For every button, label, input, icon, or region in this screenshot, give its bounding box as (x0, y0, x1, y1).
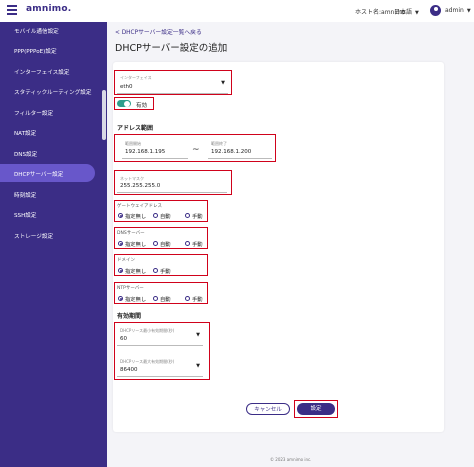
highlight-box (114, 97, 154, 110)
sidebar-item-static-routing[interactable]: スタティックルーティング設定 (14, 88, 91, 96)
highlight-box (114, 70, 232, 95)
sidebar-item-dhcp-server[interactable]: DHCPサーバー設定 (14, 170, 63, 178)
user-name-label: admin (445, 7, 464, 14)
sidebar-item-mobile[interactable]: モバイル通信設定 (14, 27, 59, 35)
highlight-box (114, 282, 208, 304)
top-bar: amnimo. ホスト名:amnimo 日本語 ▼ admin ▼ (0, 0, 474, 23)
highlight-box (114, 254, 208, 276)
user-menu[interactable]: admin ▼ (445, 7, 471, 14)
sidebar-scrollbar[interactable] (102, 90, 106, 140)
highlight-box (114, 227, 208, 249)
highlight-box (114, 322, 210, 380)
user-avatar-icon[interactable] (430, 5, 441, 16)
language-label: 日本語 (394, 9, 413, 16)
language-selector[interactable]: 日本語 ▼ (394, 7, 419, 16)
cancel-button[interactable]: キャンセル (246, 403, 290, 415)
sidebar-item-ssh[interactable]: SSH設定 (14, 211, 37, 219)
lease-period-heading: 有効期間 (117, 313, 142, 320)
sidebar-item-filter[interactable]: フィルター設定 (14, 109, 53, 117)
highlight-box (114, 200, 208, 222)
address-range-heading: アドレス範囲 (117, 125, 154, 132)
sidebar: モバイル通信設定 PPP(PPPoE)設定 インターフェイス設定 スタティックル… (0, 22, 107, 467)
hamburger-menu-icon[interactable] (7, 5, 17, 16)
highlight-box (114, 134, 276, 162)
chevron-down-icon: ▼ (415, 10, 419, 16)
back-to-list-link[interactable]: < DHCPサーバー設定一覧へ戻る (115, 27, 202, 36)
sidebar-item-ppp[interactable]: PPP(PPPoE)設定 (14, 47, 57, 55)
page-title: DHCPサーバー設定の追加 (115, 43, 228, 54)
chevron-down-icon: ▼ (466, 8, 471, 14)
amnimo-logo: amnimo. (26, 4, 72, 14)
copyright-footer: © 2023 amnimo inc. (270, 457, 312, 462)
sidebar-item-nat[interactable]: NAT設定 (14, 129, 36, 137)
sidebar-item-interface[interactable]: インターフェイス設定 (14, 68, 69, 76)
sidebar-item-storage[interactable]: ストレージ設定 (14, 232, 53, 240)
highlight-box (114, 170, 232, 195)
sidebar-item-dns[interactable]: DNS設定 (14, 150, 37, 158)
sidebar-item-time[interactable]: 時刻設定 (14, 191, 36, 199)
highlight-box (294, 400, 338, 418)
